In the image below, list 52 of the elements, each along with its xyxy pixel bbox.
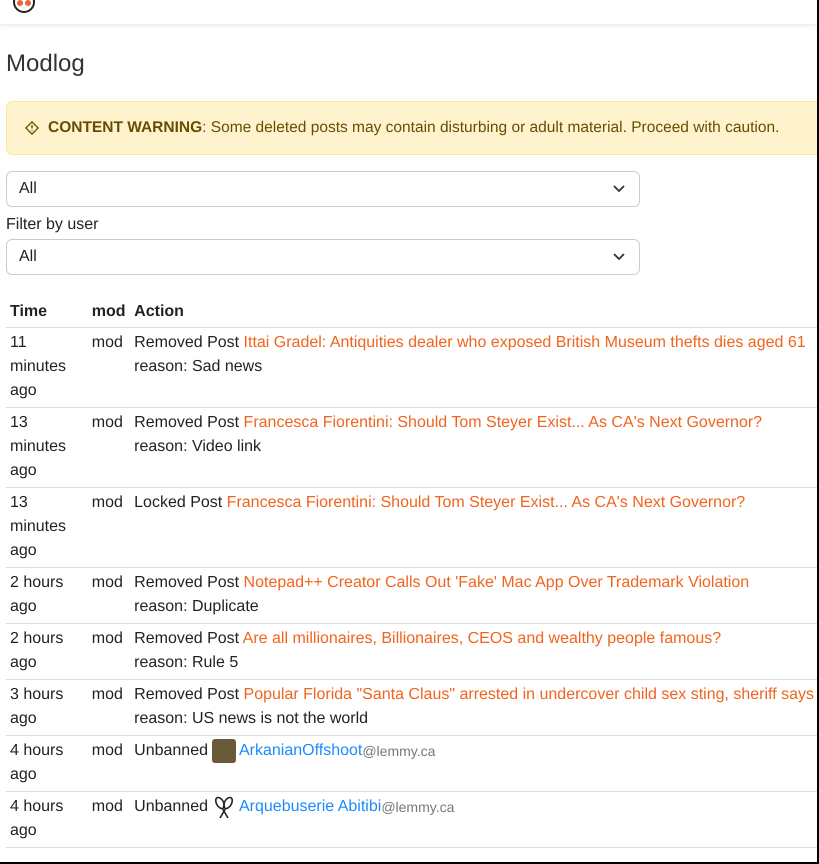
- action-label: Removed Post: [134, 414, 240, 431]
- moderator-cell-text: mod: [92, 413, 123, 433]
- action-label: Removed Post: [134, 334, 240, 351]
- time-cell-text: 13 minutes ago: [10, 493, 68, 561]
- action-label: Locked Post: [134, 494, 222, 511]
- time-cell-text: 4 hours ago: [10, 741, 64, 785]
- moderator-cell-text: mod: [92, 797, 123, 817]
- post-link[interactable]: Are all millionaires, Billionaires, CEOS and wealthy people famous?: [242, 630, 722, 647]
- column-header: Action: [130, 303, 817, 328]
- warning-text: CONTENT WARNING: Some deleted posts may contain disturbing or adult material. Proceed with caution.: [48, 119, 780, 137]
- reason-text: reason: Video link: [134, 437, 262, 457]
- time-cell-text: 3 hours ago: [10, 685, 64, 729]
- column-header: Time: [6, 303, 88, 328]
- moderator-cell-text: mod: [92, 629, 123, 649]
- user-link[interactable]: ArkanianOffshoot: [239, 739, 362, 763]
- user-link[interactable]: Arquebuserie Abitibi: [239, 795, 382, 819]
- time-cell-text: 2 hours ago: [10, 629, 64, 673]
- post-link[interactable]: Notepad++ Creator Calls Out 'Fake' Mac App Over Trademark Violation: [244, 574, 750, 591]
- instance-text: @lemmy.ca: [381, 798, 454, 817]
- time-cell-text: 11 minutes ago: [10, 333, 68, 401]
- moderator-cell-text: mod: [92, 685, 123, 705]
- time-cell-text: 13 minutes ago: [10, 413, 68, 481]
- avatar-photo-placeholder: [212, 739, 236, 763]
- moderator-cell-text: mod: [92, 333, 123, 353]
- instance-text: @lemmy.ca: [362, 742, 436, 761]
- post-link[interactable]: Francesca Fiorentini: Should Tom Steyer Exist... As CA's Next Governor?: [244, 414, 762, 431]
- reason-text: reason: Rule 5: [134, 653, 240, 673]
- moderator-cell-text: mod: [92, 741, 123, 761]
- action-label: Unbanned: [134, 797, 208, 817]
- post-link[interactable]: Popular Florida "Santa Claus" arrested in undercover child sex sting, sheriff says: [244, 686, 814, 703]
- action-label: Removed Post: [134, 686, 240, 703]
- action-label: Unbanned: [134, 741, 208, 761]
- warning-icon: [25, 121, 39, 135]
- reason-text: reason: US news is not the world: [134, 709, 370, 729]
- action-label: Removed Post: [134, 574, 240, 591]
- filter-label: Filter by user: [6, 216, 100, 234]
- action-label: Removed Post: [134, 630, 240, 647]
- time-cell-text: 2 hours ago: [10, 573, 64, 617]
- post-link[interactable]: Francesca Fiorentini: Should Tom Steyer Exist... As CA's Next Governor?: [226, 494, 746, 511]
- moderator-cell-text: mod: [92, 573, 123, 593]
- snowshoes-icon: [212, 795, 236, 819]
- chevron-down-icon: [613, 185, 625, 193]
- action-filter-select[interactable]: All: [6, 171, 640, 207]
- column-header: mod: [88, 303, 130, 328]
- reason-text: reason: Duplicate: [134, 597, 260, 617]
- moderator-cell-text: mod: [92, 493, 123, 513]
- user-filter-select[interactable]: All: [6, 239, 640, 275]
- chevron-down-icon: [613, 253, 625, 261]
- reason-text: reason: Sad news: [134, 357, 264, 377]
- page-title: Modlog: [6, 49, 86, 79]
- post-link[interactable]: Ittai Gradel: Antiquities dealer who exposed British Museum thefts dies aged 61: [244, 334, 806, 351]
- time-cell-text: 4 hours ago: [10, 797, 64, 841]
